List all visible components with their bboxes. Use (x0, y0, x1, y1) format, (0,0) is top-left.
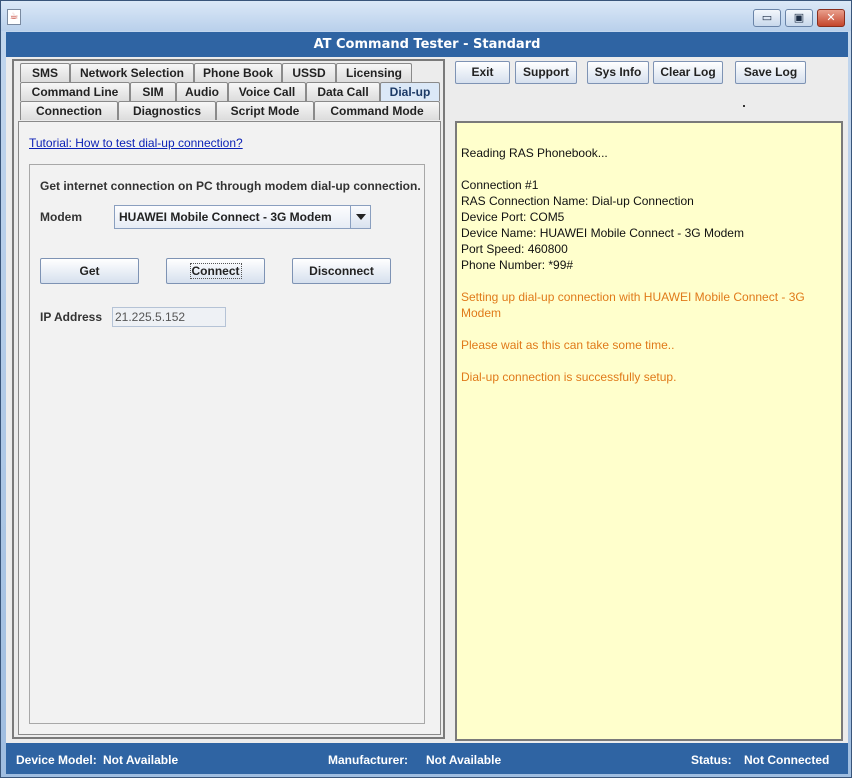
window-titlebar: ☕ ▭ ▣ ✕ (1, 1, 851, 31)
tab-phone-book[interactable]: Phone Book (194, 63, 282, 82)
log-line: Port Speed: 460800 (461, 242, 568, 256)
log-line: Connection #1 (461, 178, 539, 192)
log-line: Dial-up connection is successfully setup… (461, 370, 677, 384)
minimize-button[interactable]: ▭ (753, 9, 781, 27)
log-line: Phone Number: *99# (461, 258, 574, 272)
manufacturer-value: Not Available (426, 753, 502, 767)
modem-selected-value: HUAWEI Mobile Connect - 3G Modem (119, 210, 332, 224)
application-window: ☕ ▭ ▣ ✕ AT Command Tester - Standard SMS… (0, 0, 852, 778)
log-output[interactable]: Reading RAS Phonebook... Connection #1 RAS… (455, 121, 843, 741)
sys-info-button[interactable]: Sys Info (587, 61, 649, 84)
log-line: Device Name: HUAWEI Mobile Connect - 3G … (461, 226, 744, 240)
log-line: Reading RAS Phonebook... (461, 146, 608, 160)
tab-dial-up[interactable]: Dial-up (380, 82, 440, 101)
chevron-down-icon[interactable] (350, 206, 370, 228)
tab-licensing[interactable]: Licensing (336, 63, 412, 82)
tab-sms[interactable]: SMS (20, 63, 70, 82)
tab-ussd[interactable]: USSD (282, 63, 336, 82)
disconnect-button[interactable]: Disconnect (292, 258, 391, 284)
save-log-button[interactable]: Save Log (735, 61, 806, 84)
tab-voice-call[interactable]: Voice Call (228, 82, 306, 101)
dial-up-tab-content: Tutorial: How to test dial-up connection… (18, 121, 441, 735)
connect-button[interactable]: Connect (166, 258, 265, 284)
log-line: Setting up dial-up connection with HUAWE… (461, 290, 809, 320)
dial-up-description: Get internet connection on PC through mo… (40, 179, 421, 193)
get-button[interactable]: Get (40, 258, 139, 284)
modem-label: Modem (40, 210, 82, 224)
tab-command-mode[interactable]: Command Mode (314, 101, 440, 120)
status-bar: Device Model: Not Available Manufacturer… (6, 743, 848, 774)
ip-address-field[interactable]: 21.225.5.152 (112, 307, 226, 327)
modem-select[interactable]: HUAWEI Mobile Connect - 3G Modem (114, 205, 371, 229)
clear-log-button[interactable]: Clear Log (653, 61, 723, 84)
tab-data-call[interactable]: Data Call (306, 82, 380, 101)
connect-button-label: Connect (189, 263, 242, 279)
tab-script-mode[interactable]: Script Mode (216, 101, 314, 120)
status-label: Status: (691, 753, 732, 767)
tab-connection[interactable]: Connection (20, 101, 118, 120)
tutorial-link[interactable]: Tutorial: How to test dial-up connection… (29, 136, 243, 150)
maximize-button[interactable]: ▣ (785, 9, 813, 27)
close-button[interactable]: ✕ (817, 9, 845, 27)
app-title: AT Command Tester - Standard (6, 32, 848, 57)
manufacturer-label: Manufacturer: (328, 753, 409, 767)
tab-sim[interactable]: SIM (130, 82, 176, 101)
device-model-value: Not Available (103, 753, 179, 767)
ip-address-label: IP Address (40, 310, 103, 324)
support-button[interactable]: Support (515, 61, 577, 84)
tab-audio[interactable]: Audio (176, 82, 228, 101)
log-line: Device Port: COM5 (461, 210, 565, 224)
log-line: RAS Connection Name: Dial-up Connection (461, 194, 694, 208)
tab-network-selection[interactable]: Network Selection (70, 63, 194, 82)
dial-up-group: Get internet connection on PC through mo… (29, 164, 425, 724)
main-content: SMS Network Selection Phone Book USSD Li… (6, 57, 848, 743)
tab-diagnostics[interactable]: Diagnostics (118, 101, 216, 120)
java-app-icon[interactable]: ☕ (7, 9, 21, 25)
device-model-label: Device Model: (16, 753, 97, 767)
status-value: Not Connected (744, 753, 830, 767)
tab-command-line[interactable]: Command Line (20, 82, 130, 101)
exit-button[interactable]: Exit (455, 61, 510, 84)
log-line: Please wait as this can take some time.. (461, 338, 675, 352)
tabbed-panel: SMS Network Selection Phone Book USSD Li… (12, 59, 445, 739)
separator-dot (743, 105, 745, 107)
